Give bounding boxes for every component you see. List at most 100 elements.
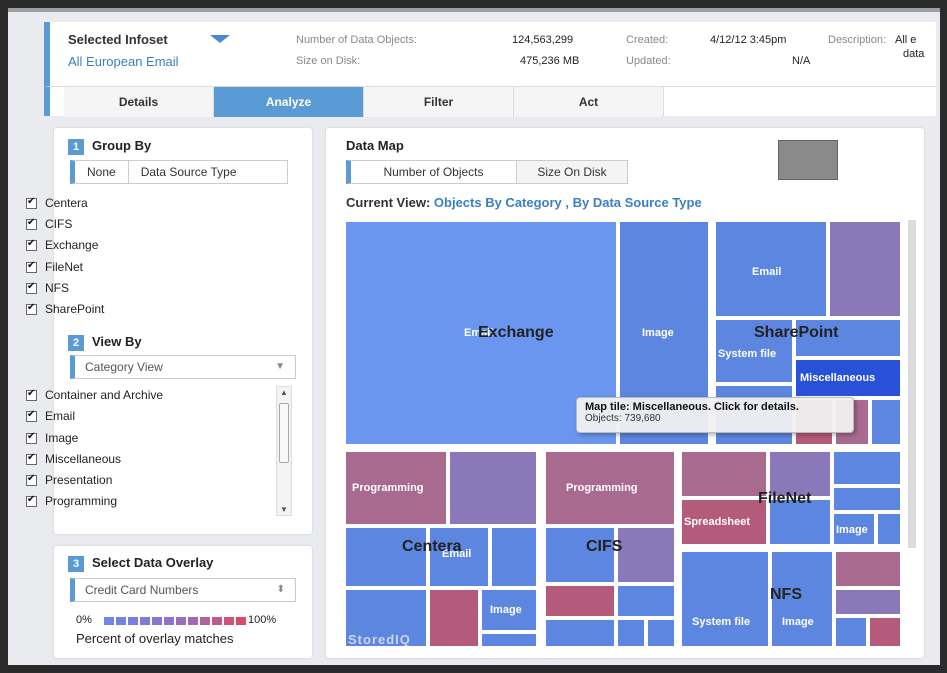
description-value: All e — [895, 34, 917, 46]
tab-filter[interactable]: Filter — [364, 87, 514, 117]
step-number: 2 — [68, 335, 84, 351]
group-label-exchange: Exchange — [478, 324, 554, 341]
tab-details[interactable]: Details — [64, 87, 214, 117]
tile-filenet-other[interactable] — [832, 486, 902, 512]
checkbox-container-archive[interactable]: Container and Archive — [26, 388, 163, 402]
tile-centera-other[interactable] — [344, 526, 428, 588]
caret-down-icon: ▼ — [275, 361, 285, 372]
size-on-disk-button[interactable]: Size On Disk — [517, 161, 627, 183]
checkbox-sharepoint[interactable]: SharePoint — [26, 302, 104, 316]
data-map-treemap: Email Image Email System file Miscellane… — [344, 220, 908, 648]
checkbox-checked-icon[interactable] — [26, 238, 37, 251]
tile-cifs-other[interactable] — [544, 584, 616, 618]
created-label: Created: — [626, 34, 669, 46]
tile-centera-other[interactable] — [428, 588, 480, 648]
tooltip-detail: Objects: 739,680 — [585, 413, 661, 424]
tile-nfs-other[interactable] — [834, 588, 902, 616]
updated-label: Updated: — [626, 55, 671, 67]
checkbox-checked-icon[interactable] — [26, 452, 37, 465]
checkbox-checked-icon[interactable] — [26, 260, 37, 273]
checkbox-programming[interactable]: Programming — [26, 494, 117, 508]
legend-min: 0% — [76, 614, 92, 626]
overlay-title: Select Data Overlay — [92, 555, 214, 570]
checkbox-checked-icon[interactable] — [26, 196, 37, 209]
checkbox-label: Miscellaneous — [45, 452, 122, 466]
checkbox-image[interactable]: Image — [26, 431, 78, 445]
checkbox-checked-icon[interactable] — [26, 281, 37, 294]
tile-centera-other[interactable] — [448, 450, 538, 526]
selected-infoset-value[interactable]: All European Email — [68, 54, 179, 69]
legend-max: 100% — [248, 614, 277, 626]
tile-label: Spreadsheet — [684, 516, 751, 528]
tile-filenet-spreadsheet[interactable]: Spreadsheet — [680, 498, 768, 546]
scroll-down-icon[interactable]: ▼ — [280, 505, 288, 514]
checkbox-checked-icon[interactable] — [26, 473, 37, 486]
chevron-down-icon[interactable] — [210, 35, 230, 43]
tile-nfs-other[interactable] — [868, 616, 902, 648]
checkbox-checked-icon[interactable] — [26, 217, 37, 230]
checkbox-checked-icon[interactable] — [26, 431, 37, 444]
tile-sharepoint-other[interactable] — [828, 220, 902, 318]
overlay-select[interactable]: Credit Card Numbers ⬍ — [70, 578, 296, 602]
tile-cifs-other[interactable] — [646, 618, 676, 648]
updated-value: N/A — [792, 55, 811, 67]
checkbox-centera[interactable]: Centera — [26, 196, 88, 210]
checkbox-exchange[interactable]: Exchange — [26, 238, 98, 252]
group-label-centera: Centera — [402, 538, 462, 555]
tab-analyze[interactable]: Analyze — [214, 87, 364, 117]
checkbox-email[interactable]: Email — [26, 409, 75, 423]
tile-filenet-other[interactable] — [680, 450, 768, 498]
minimap-thumbnail[interactable] — [778, 140, 838, 180]
tile-label: Image — [642, 327, 674, 339]
tile-nfs-other[interactable] — [834, 616, 868, 648]
group-label-nfs: NFS — [770, 586, 802, 603]
group-by-title: Group By — [92, 138, 152, 153]
view-by-select[interactable]: Category View ▼ — [70, 355, 296, 379]
tile-centera-other[interactable] — [480, 632, 538, 648]
tile-centera-email[interactable]: Email — [428, 526, 490, 588]
tile-label: Miscellaneous — [800, 372, 876, 384]
tile-label: Programming — [566, 482, 638, 494]
tile-centera-image[interactable]: Image — [480, 588, 538, 632]
scrollbar-thumb[interactable] — [279, 403, 289, 463]
checkbox-label: Container and Archive — [45, 388, 164, 402]
checkbox-label: Image — [45, 431, 79, 445]
tile-nfs-system-file[interactable]: System file — [680, 550, 770, 648]
category-list-scrollbar[interactable]: ▲ ▼ — [276, 386, 292, 516]
tile-sharepoint-email[interactable]: Email — [714, 220, 828, 318]
checkbox-presentation[interactable]: Presentation — [26, 473, 112, 487]
tile-sharepoint-miscellaneous[interactable]: Miscellaneous — [794, 358, 902, 398]
tile-cifs-other[interactable] — [616, 584, 676, 618]
checkbox-nfs[interactable]: NFS — [26, 281, 69, 295]
tab-act[interactable]: Act — [514, 87, 664, 117]
tile-filenet-other[interactable] — [876, 512, 902, 546]
checkbox-label: NFS — [45, 281, 69, 295]
map-scrollbar[interactable] — [908, 220, 916, 548]
step-number: 1 — [68, 139, 84, 155]
checkbox-checked-icon[interactable] — [26, 494, 37, 507]
tile-centera-other[interactable] — [490, 526, 538, 588]
tile-cifs-other[interactable] — [616, 526, 676, 584]
size-on-disk-value: 475,236 MB — [520, 55, 580, 67]
tile-sharepoint-other[interactable] — [870, 398, 902, 446]
checkbox-checked-icon[interactable] — [26, 388, 37, 401]
tile-cifs-other[interactable] — [616, 618, 646, 648]
checkbox-cifs[interactable]: CIFS — [26, 217, 72, 231]
tile-filenet-image[interactable]: Image — [832, 512, 876, 546]
tile-cifs-other[interactable] — [544, 618, 616, 648]
group-by-data-source-type[interactable]: Data Source Type — [129, 161, 249, 183]
checkbox-checked-icon[interactable] — [26, 302, 37, 315]
tile-cifs-programming[interactable]: Programming — [544, 450, 676, 526]
number-of-objects-button[interactable]: Number of Objects — [351, 161, 517, 183]
storediq-watermark: StoredIQ — [348, 632, 411, 647]
tile-centera-programming[interactable]: Programming — [344, 450, 448, 526]
checkbox-filenet[interactable]: FileNet — [26, 260, 83, 274]
checkbox-checked-icon[interactable] — [26, 409, 37, 422]
tile-nfs-other[interactable] — [834, 550, 902, 588]
scroll-up-icon[interactable]: ▲ — [280, 388, 288, 397]
checkbox-label: Programming — [45, 494, 118, 508]
tile-filenet-other[interactable] — [832, 450, 902, 486]
checkbox-miscellaneous[interactable]: Miscellaneous — [26, 452, 121, 466]
group-by-none[interactable]: None — [75, 161, 129, 183]
checkbox-label: SharePoint — [45, 302, 105, 316]
